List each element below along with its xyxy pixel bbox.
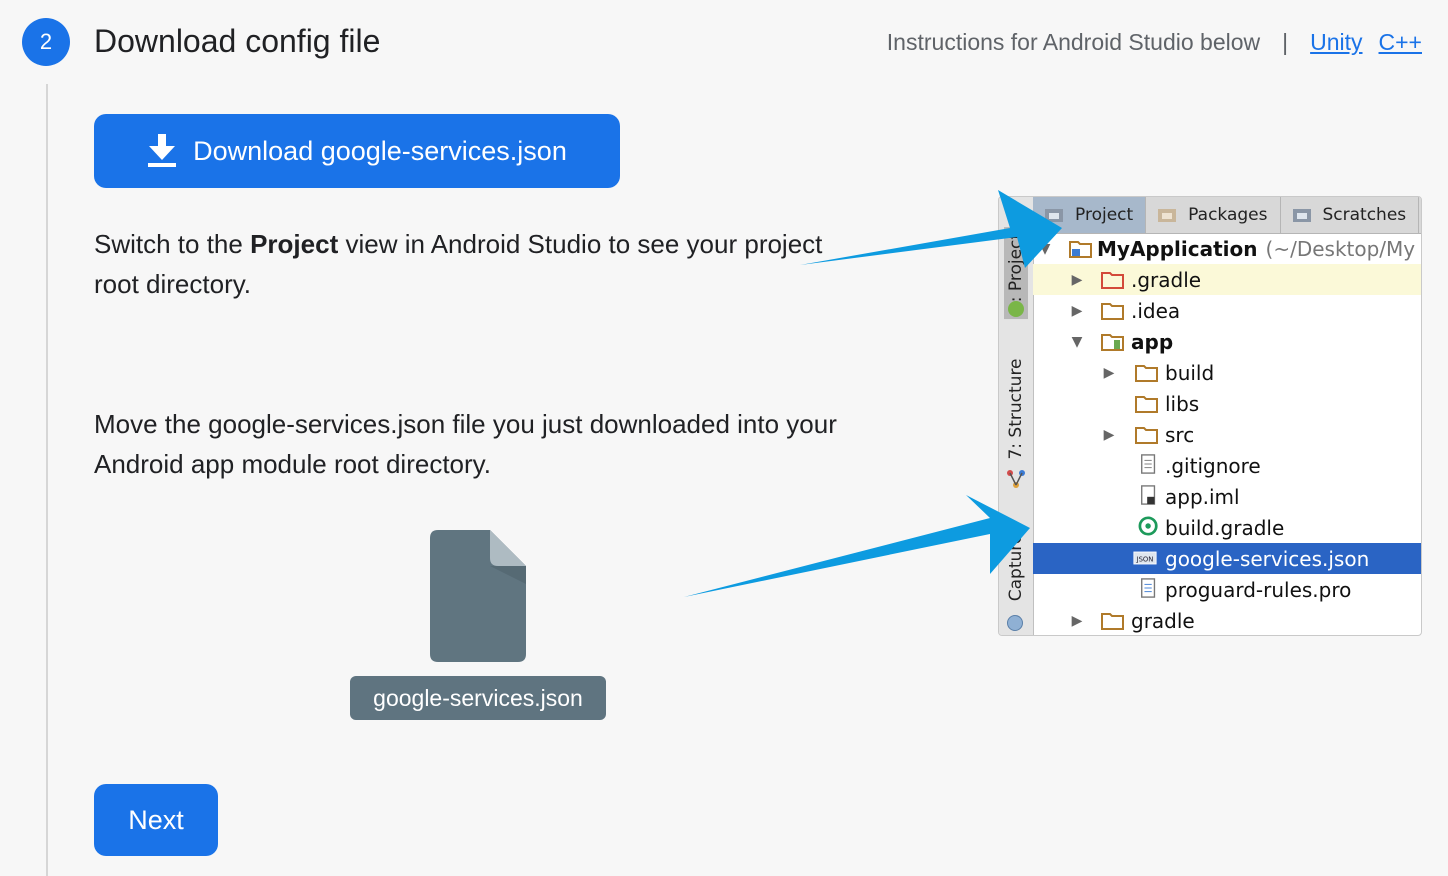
expand-arrow-icon[interactable]: ▶ [1069, 303, 1085, 319]
arrow-to-json-file-icon [684, 495, 1030, 597]
tree-row-app-iml[interactable]: app.iml [1033, 481, 1421, 512]
scratches-view-icon [1292, 207, 1313, 223]
side-tab-captures: Captures [1006, 524, 1026, 602]
android-icon [1008, 301, 1024, 317]
project-view-emphasis: Project [250, 229, 339, 259]
svg-text:JSON: JSON [1136, 555, 1154, 563]
structure-icon [1007, 470, 1025, 488]
expand-arrow-icon[interactable]: ▶ [1069, 272, 1085, 288]
tree-row-app[interactable]: ▼ app [1033, 326, 1421, 357]
folder-icon [1135, 396, 1158, 413]
platform-instructions: Instructions for Android Studio below | … [887, 26, 1422, 58]
move-file-instructions: Move the google-services.json file you j… [94, 409, 837, 479]
tree-row-dot-idea[interactable]: ▶ .idea [1033, 295, 1421, 326]
step-number-badge: 2 [22, 18, 70, 66]
instruction-text-1a: Switch to the [94, 229, 251, 259]
tree-row-gradle[interactable]: ▶ gradle [1033, 605, 1421, 635]
switch-view-instructions: Switch to the Project view in Android St… [94, 224, 854, 304]
tab-scratches-label: Scratches [1322, 205, 1407, 225]
download-config-button[interactable]: Download google-services.json [94, 114, 620, 188]
project-tree: ▼ MyApplication (~/Desktop/My ▶ .gradle ▶… [1033, 233, 1421, 635]
header-separator: | [1282, 29, 1289, 55]
tree-label-google-services-json: google-services.json [1165, 546, 1370, 571]
tree-row-build-gradle[interactable]: build.gradle [1033, 512, 1421, 543]
tree-row-libs[interactable]: libs [1033, 388, 1421, 419]
expand-arrow-icon[interactable]: ▶ [1069, 613, 1085, 629]
text-file-icon [1141, 578, 1156, 598]
step-number: 2 [39, 29, 53, 54]
android-studio-project-panel: 1: Project 7: Structure Captures Project… [998, 196, 1422, 636]
expand-arrow-icon[interactable]: ▶ [1101, 427, 1117, 443]
json-file-icon [430, 530, 526, 662]
collapse-arrow-icon[interactable]: ▼ [1037, 241, 1053, 257]
tree-row-myapplication[interactable]: ▼ MyApplication (~/Desktop/My [1033, 233, 1421, 264]
tree-label-gradle: gradle [1131, 608, 1195, 633]
step-connector-line [46, 84, 48, 876]
packages-view-icon [1158, 207, 1178, 223]
project-view-icon [1045, 207, 1065, 223]
collapse-arrow-icon[interactable]: ▼ [1069, 334, 1085, 350]
json-file-icon: JSON [1133, 551, 1157, 565]
download-icon [148, 134, 177, 167]
tree-label-myapplication: MyApplication (~/Desktop/My [1097, 237, 1415, 261]
tab-project-label: Project [1075, 205, 1134, 225]
download-button-label: Download google-services.json [193, 135, 567, 166]
module-folder-icon [1101, 334, 1124, 351]
folder-icon [1135, 427, 1158, 444]
file-name-label: google-services.json [373, 684, 583, 711]
project-path: (~/Desktop/My [1265, 236, 1416, 261]
tree-row-proguard-rules[interactable]: proguard-rules.pro [1033, 574, 1421, 605]
tree-row-dot-gradle[interactable]: ▶ .gradle [1033, 264, 1421, 295]
tab-project[interactable]: Project [1033, 197, 1147, 233]
tree-label-app: app [1131, 329, 1174, 354]
tree-row-google-services-json[interactable]: JSON google-services.json [1033, 543, 1421, 574]
tree-label-src: src [1165, 422, 1195, 447]
folder-icon [1101, 303, 1124, 320]
tree-label-app-iml: app.iml [1165, 484, 1240, 509]
instructions-text: Instructions for Android Studio below [886, 29, 1261, 55]
tab-scratches[interactable]: Scratches [1281, 197, 1420, 233]
tool-window-sidebar: 1: Project 7: Structure Captures [999, 197, 1034, 635]
cpp-link[interactable]: C++ [1379, 26, 1422, 58]
iml-file-icon [1141, 485, 1156, 505]
tree-label-proguard-rules: proguard-rules.pro [1165, 577, 1352, 602]
tree-label-dot-gradle: .gradle [1131, 267, 1202, 292]
tree-label-gitignore: .gitignore [1165, 453, 1261, 478]
project-name: MyApplication [1097, 236, 1258, 261]
tree-label-dot-idea: .idea [1131, 298, 1181, 323]
text-file-icon [1141, 454, 1156, 474]
unity-link[interactable]: Unity [1310, 26, 1362, 58]
tree-row-build[interactable]: ▶ build [1033, 357, 1421, 388]
tree-row-gitignore[interactable]: .gitignore [1033, 450, 1421, 481]
side-tab-structure: 7: Structure [1006, 358, 1026, 460]
gradle-file-icon [1138, 516, 1158, 536]
folder-icon [1101, 613, 1124, 630]
tree-row-src[interactable]: ▶ src [1033, 419, 1421, 450]
project-view-tabs: Project Packages Scratches [1033, 197, 1421, 234]
expand-arrow-icon[interactable]: ▶ [1101, 365, 1117, 381]
project-folder-icon [1069, 241, 1092, 258]
tree-label-build: build [1165, 360, 1215, 385]
folder-icon [1101, 272, 1124, 289]
tree-label-libs: libs [1165, 391, 1200, 416]
tab-packages-label: Packages [1188, 205, 1268, 225]
captures-icon [1007, 615, 1023, 631]
tab-packages[interactable]: Packages [1146, 197, 1281, 233]
folder-icon [1135, 365, 1158, 382]
step-title: Download config file [94, 23, 381, 59]
tree-label-build-gradle: build.gradle [1165, 515, 1285, 540]
file-name-chip: google-services.json [350, 676, 606, 720]
next-button[interactable]: Next [94, 784, 218, 856]
